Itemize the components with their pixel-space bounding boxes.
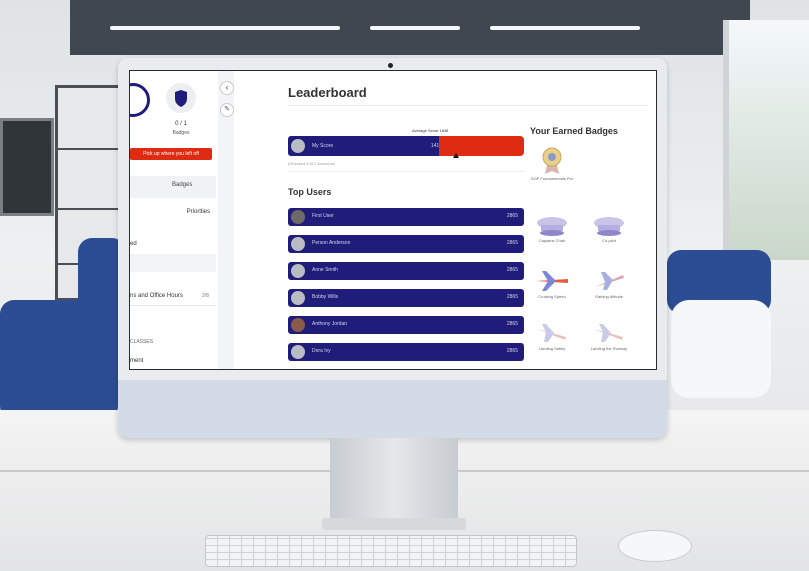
my-score-name: My Score bbox=[312, 143, 334, 149]
average-score-label: Average Score 1848 bbox=[412, 128, 449, 133]
my-score-bar: My Score 1418 bbox=[288, 136, 448, 156]
avatar bbox=[291, 210, 305, 224]
avatar bbox=[291, 264, 305, 278]
mouse bbox=[618, 530, 692, 562]
leaderboard-row[interactable]: Dora Ivy 2865 bbox=[288, 343, 524, 361]
badge-avatar bbox=[166, 83, 196, 113]
sidebar-item-enrollment[interactable]: ment bbox=[130, 358, 216, 364]
badge-item[interactable]: Cruising Speed bbox=[522, 269, 582, 299]
sessions-count: 2/8 bbox=[202, 293, 209, 299]
leaderboard-row[interactable]: First User 2865 bbox=[288, 208, 524, 226]
chevron-left-icon: ‹ bbox=[225, 83, 229, 92]
progress-ring bbox=[130, 83, 150, 117]
wall-monitor bbox=[0, 118, 54, 216]
airplane-landing-icon bbox=[537, 324, 566, 342]
chair-seat bbox=[671, 300, 771, 398]
main-panel: Leaderboard Average Score 1848 My Score … bbox=[234, 71, 656, 369]
webcam bbox=[388, 63, 393, 68]
monitor-chin bbox=[118, 380, 667, 438]
accounts-note: (Checked 4,517 Accounts) bbox=[288, 161, 335, 166]
airplane-icon bbox=[536, 271, 568, 291]
badge-item[interactable]: Landing the Runway bbox=[579, 323, 639, 351]
avatar bbox=[291, 291, 305, 305]
ceiling-light-fixture bbox=[70, 0, 750, 55]
leaderboard-row[interactable]: Anne Smith 2865 bbox=[288, 262, 524, 280]
medal-icon bbox=[542, 147, 562, 174]
badges-count: 0 / 1 bbox=[175, 121, 187, 127]
monitor-stand bbox=[330, 438, 458, 526]
sidebar-item-completed[interactable]: ed bbox=[130, 241, 216, 247]
leaderboard-row[interactable]: Anthony Jordan 2865 bbox=[288, 316, 524, 334]
pilot-hat-icon bbox=[594, 217, 624, 236]
sidebar: 0 / 1 Badges Pick up where you left off … bbox=[130, 71, 219, 369]
leaderboard-row[interactable]: Bobby Wills 2865 bbox=[288, 289, 524, 307]
earned-badges-title: Your Earned Badges bbox=[530, 126, 618, 136]
badge-item[interactable]: Gaining Altitude bbox=[579, 269, 639, 299]
top-users-title: Top Users bbox=[288, 187, 332, 197]
sidebar-item-priorities[interactable]: Priorities bbox=[130, 209, 216, 215]
badge-item[interactable]: SOP Fundamentals Pro bbox=[522, 145, 582, 181]
screen: 0 / 1 Badges Pick up where you left off … bbox=[129, 70, 657, 370]
collapse-gutter: ‹ ✎ bbox=[218, 71, 234, 369]
captain-hat-icon bbox=[537, 217, 567, 236]
avatar bbox=[291, 237, 305, 251]
classes-heading: CLASSES bbox=[130, 339, 154, 345]
edit-button[interactable]: ✎ bbox=[220, 103, 234, 117]
office-window bbox=[723, 20, 809, 260]
keyboard bbox=[205, 535, 577, 567]
avatar bbox=[291, 345, 305, 359]
badge-item[interactable]: Landing Safely bbox=[522, 323, 582, 351]
airplane-icon bbox=[595, 272, 624, 290]
avatar bbox=[291, 318, 305, 332]
page-title: Leaderboard bbox=[288, 85, 367, 100]
badges-label: Badges bbox=[172, 130, 190, 136]
avatar bbox=[291, 139, 305, 153]
pencil-icon: ✎ bbox=[224, 106, 230, 113]
badge-item[interactable]: Captains Chair bbox=[522, 215, 582, 243]
leaderboard-row[interactable]: Person Anderson 2865 bbox=[288, 235, 524, 253]
resume-button[interactable]: Pick up where you left off bbox=[130, 148, 212, 160]
airplane-landing-icon bbox=[594, 324, 623, 342]
badge-item[interactable]: Co-pilot bbox=[579, 215, 639, 243]
average-marker bbox=[453, 153, 459, 158]
average-gap-bar bbox=[439, 136, 524, 156]
collapse-sidebar-button[interactable]: ‹ bbox=[220, 81, 234, 95]
shield-icon bbox=[175, 90, 187, 107]
tab-badges[interactable]: Badges bbox=[172, 182, 192, 188]
office-chair bbox=[0, 300, 118, 420]
